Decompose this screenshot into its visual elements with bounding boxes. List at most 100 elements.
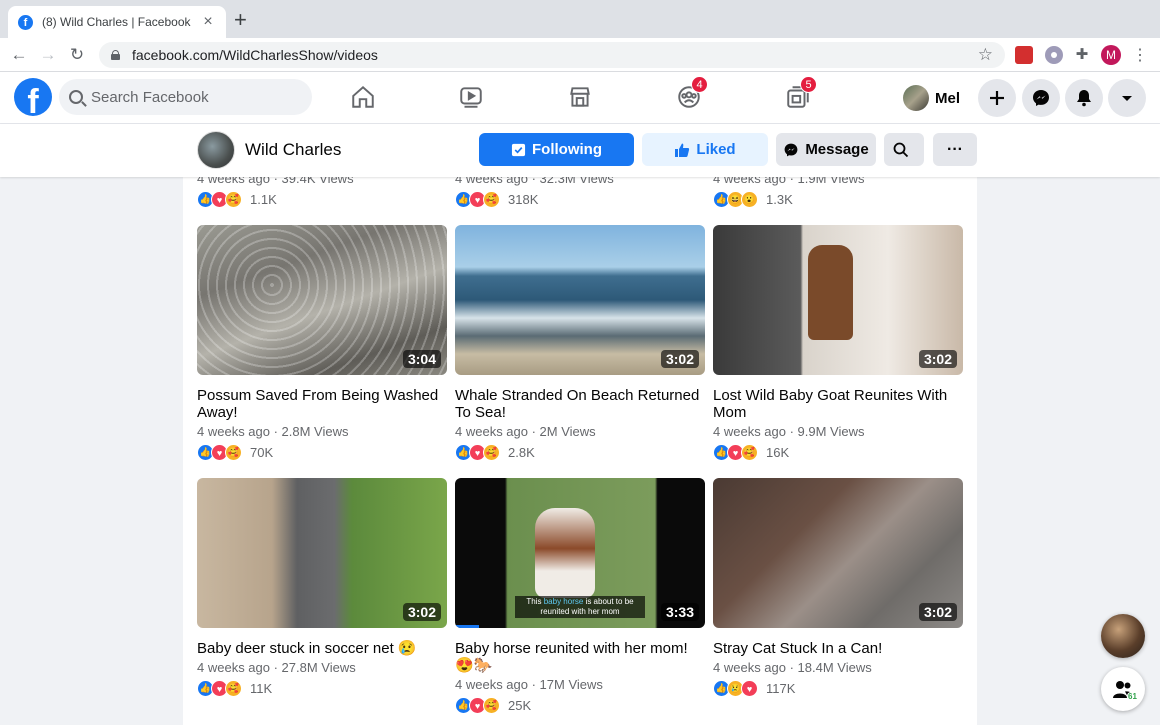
forward-button[interactable]: → (37, 44, 59, 66)
video-thumbnail[interactable]: 3:02 (713, 478, 963, 628)
contacts-button[interactable]: 61 (1101, 667, 1145, 711)
messenger-icon (784, 143, 798, 156)
address-bar[interactable]: facebook.com/WildCharlesShow/videos ☆ (99, 42, 1005, 68)
nav-watch[interactable] (456, 82, 486, 112)
browser-tabstrip: f (8) Wild Charles | Facebook × + (0, 0, 1160, 38)
messenger-icon (1033, 90, 1049, 106)
video-card[interactable]: 3:02 Lost Wild Baby Goat Reunites With M… (713, 225, 963, 461)
reaction-summary[interactable]: 👍 ♥ 🥰 318K (455, 191, 705, 208)
page-header-bar: Wild Charles Following Liked Message ··· (0, 124, 1160, 177)
video-title[interactable]: Possum Saved From Being Washed Away! (197, 387, 447, 421)
message-label: Message (805, 141, 869, 158)
video-meta: 4 weeks ago · 2.8M Views (197, 424, 349, 439)
avatar (903, 85, 929, 111)
video-card[interactable]: 3:02 Stray Cat Stuck In a Can! 4 weeks a… (713, 478, 963, 697)
page-search-button[interactable] (884, 133, 924, 166)
reaction-count: 70K (250, 445, 274, 460)
video-card[interactable]: 3:02 Whale Stranded On Beach Returned To… (455, 225, 705, 461)
search-box[interactable] (59, 79, 312, 115)
facebook-favicon-icon: f (18, 14, 33, 30)
message-button[interactable]: Message (776, 133, 876, 166)
care-reaction-icon: 🥰 (483, 444, 500, 461)
video-thumbnail[interactable]: 3:02 (455, 225, 705, 375)
chat-head-avatar[interactable] (1101, 614, 1145, 658)
profile-shortcut[interactable]: Mel (903, 81, 960, 115)
reaction-count: 117K (766, 681, 796, 696)
page-avatar[interactable] (197, 131, 235, 169)
video-card[interactable]: This baby horse is about to be reunited … (455, 478, 705, 714)
reaction-summary[interactable]: 👍 ♥ 🥰 16K (713, 444, 963, 461)
browser-toolbar: ← → ↻ facebook.com/WildCharlesShow/video… (0, 38, 1160, 72)
video-duration: 3:02 (402, 603, 441, 621)
create-button[interactable] (978, 79, 1016, 117)
nav-marketplace[interactable] (565, 82, 595, 112)
bell-icon (1077, 90, 1091, 107)
groups-notification-badge: 4 (691, 76, 708, 93)
video-title[interactable]: Baby deer stuck in soccer net 😢 (197, 640, 447, 657)
liked-button[interactable]: Liked (642, 133, 768, 166)
contacts-online-count: 61 (1127, 692, 1138, 701)
facebook-logo[interactable]: f (14, 78, 52, 116)
search-icon (69, 90, 83, 104)
video-meta: 4 weeks ago · 9.9M Views (713, 424, 865, 439)
extensions-puzzle-icon[interactable]: ✚ (1073, 46, 1091, 64)
more-options-button[interactable]: ··· (933, 133, 977, 166)
home-icon (352, 85, 374, 108)
account-menu-button[interactable] (1108, 79, 1146, 117)
video-card[interactable]: 3:04 Possum Saved From Being Washed Away… (197, 225, 447, 461)
care-reaction-icon: 🥰 (741, 444, 758, 461)
bookmark-star-icon[interactable]: ☆ (978, 45, 993, 65)
video-thumbnail[interactable]: 3:02 (713, 225, 963, 375)
care-reaction-icon: 🥰 (483, 697, 500, 714)
video-title[interactable]: Lost Wild Baby Goat Reunites With Mom (713, 387, 963, 421)
reaction-summary[interactable]: 👍 ♥ 🥰 1.1K (197, 191, 447, 208)
reaction-count: 2.8K (508, 445, 535, 460)
love-reaction-icon: ♥ (741, 680, 758, 697)
profile-name: Mel (935, 89, 961, 107)
video-caption-overlay: This baby horse is about to be reunited … (515, 596, 645, 618)
reload-button[interactable]: ↻ (66, 44, 88, 66)
video-title[interactable]: Baby horse reunited with her mom! 😍🐎 (455, 640, 705, 674)
new-tab-button[interactable]: + (234, 9, 247, 31)
video-title[interactable]: Stray Cat Stuck In a Can! (713, 640, 963, 657)
following-check-icon (511, 143, 526, 157)
extension-icon[interactable] (1045, 46, 1063, 64)
reaction-summary[interactable]: 👍 ♥ 🥰 11K (197, 680, 447, 697)
facebook-header: f 4 5 Mel (0, 72, 1160, 124)
page-name[interactable]: Wild Charles (245, 140, 341, 160)
reaction-summary[interactable]: 👍 😆 😮 1.3K (713, 191, 963, 208)
caret-down-icon (1122, 96, 1132, 101)
video-duration: 3:02 (660, 350, 699, 368)
video-card[interactable]: 3:02 Baby deer stuck in soccer net 😢 4 w… (197, 478, 447, 697)
nav-groups[interactable]: 4 (674, 76, 708, 112)
video-thumbnail[interactable]: 3:04 (197, 225, 447, 375)
reaction-summary[interactable]: 👍 ♥ 🥰 2.8K (455, 444, 705, 461)
tab-close-button[interactable]: × (200, 13, 216, 31)
nav-home[interactable] (348, 82, 378, 112)
search-input[interactable] (91, 88, 301, 106)
url-text: facebook.com/WildCharlesShow/videos (132, 47, 378, 63)
video-thumbnail[interactable]: This baby horse is about to be reunited … (455, 478, 705, 628)
video-title[interactable]: Whale Stranded On Beach Returned To Sea! (455, 387, 705, 421)
reaction-count: 16K (766, 445, 790, 460)
nav-gaming[interactable]: 5 (783, 76, 817, 112)
reaction-summary[interactable]: 👍 ♥ 🥰 70K (197, 444, 447, 461)
thumbs-up-icon (675, 143, 690, 157)
back-button[interactable]: ← (8, 44, 30, 66)
video-thumbnail[interactable]: 3:02 (197, 478, 447, 628)
videos-section: 4 weeks ago · 39.4K Views 👍 ♥ 🥰 1.1K 4 w… (183, 124, 977, 725)
video-meta: 4 weeks ago · 18.4M Views (713, 660, 872, 675)
following-button[interactable]: Following (479, 133, 634, 166)
video-meta: 4 weeks ago · 27.8M Views (197, 660, 356, 675)
reaction-summary[interactable]: 👍 😢 ♥ 117K (713, 680, 963, 697)
reaction-count: 1.1K (250, 192, 277, 207)
browser-profile-avatar[interactable]: M (1101, 45, 1121, 65)
browser-menu-icon[interactable]: ⋮ (1132, 45, 1148, 65)
reaction-summary[interactable]: 👍 ♥ 🥰 25K (455, 697, 705, 714)
extension-icon[interactable] (1015, 46, 1033, 64)
marketplace-icon (570, 87, 590, 107)
notifications-button[interactable] (1065, 79, 1103, 117)
care-reaction-icon: 🥰 (225, 444, 242, 461)
browser-tab[interactable]: f (8) Wild Charles | Facebook × (8, 6, 226, 38)
messenger-button[interactable] (1022, 79, 1060, 117)
